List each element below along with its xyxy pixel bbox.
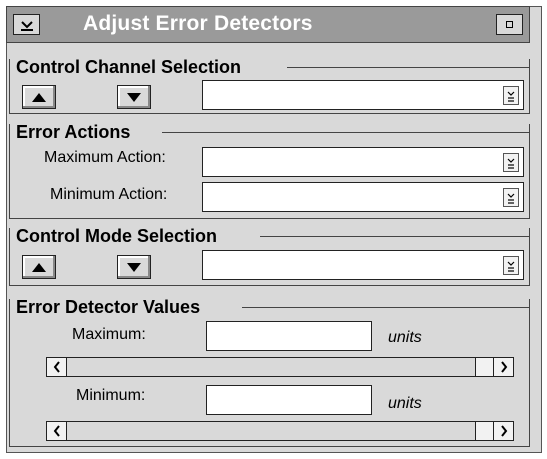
chevron-down-icon xyxy=(507,158,515,169)
chevron-down-icon xyxy=(507,193,515,204)
down-arrow-icon xyxy=(127,92,141,102)
minimize-button[interactable] xyxy=(496,14,523,35)
mode-up-button[interactable] xyxy=(22,255,56,279)
minimum-action-select[interactable] xyxy=(202,182,524,212)
down-arrow-icon xyxy=(127,262,141,272)
scroll-left-button[interactable] xyxy=(47,422,67,440)
chevron-down-icon xyxy=(20,20,33,31)
control-channel-title: Control Channel Selection xyxy=(16,57,246,77)
mode-dropdown-button[interactable] xyxy=(503,256,519,275)
scroll-right-button[interactable] xyxy=(493,358,513,376)
section-divider xyxy=(242,307,529,308)
control-channel-section: Control Channel Selection xyxy=(9,57,530,114)
minimum-unit: units xyxy=(388,395,422,412)
minimum-value-field[interactable] xyxy=(206,385,372,415)
minimize-icon xyxy=(506,21,513,28)
scroll-right-button[interactable] xyxy=(493,422,513,440)
minimum-label: Minimum: xyxy=(76,387,146,404)
error-actions-title: Error Actions xyxy=(16,122,135,142)
channel-dropdown-button[interactable] xyxy=(503,86,519,105)
up-arrow-icon xyxy=(32,262,46,272)
chevron-down-icon xyxy=(507,91,515,102)
channel-up-button[interactable] xyxy=(22,85,56,109)
chevron-down-icon xyxy=(507,261,515,272)
minimum-scrollbar[interactable] xyxy=(46,421,514,441)
channel-down-button[interactable] xyxy=(117,85,151,109)
title-bar: Adjust Error Detectors xyxy=(6,6,530,43)
maximum-action-label: Maximum Action: xyxy=(44,149,166,166)
maximum-action-select[interactable] xyxy=(202,147,524,177)
error-actions-section: Error Actions Maximum Action: Minimum Ac… xyxy=(9,122,530,219)
mode-down-button[interactable] xyxy=(117,255,151,279)
scroll-left-button[interactable] xyxy=(47,358,67,376)
right-arrow-icon xyxy=(500,425,507,437)
left-arrow-icon xyxy=(53,361,60,373)
section-divider xyxy=(287,67,529,68)
section-divider xyxy=(260,236,529,237)
minimum-action-label: Minimum Action: xyxy=(50,186,168,203)
minimum-action-dropdown-button[interactable] xyxy=(503,188,519,207)
error-detector-values-section: Error Detector Values Maximum: units Min… xyxy=(9,297,530,447)
error-detector-values-title: Error Detector Values xyxy=(16,297,205,317)
scroll-thumb[interactable] xyxy=(475,422,495,440)
right-arrow-icon xyxy=(500,361,507,373)
control-mode-title: Control Mode Selection xyxy=(16,226,222,246)
up-arrow-icon xyxy=(32,92,46,102)
window-title: Adjust Error Detectors xyxy=(83,12,313,35)
channel-select[interactable] xyxy=(202,80,524,110)
maximum-scrollbar[interactable] xyxy=(46,357,514,377)
section-divider xyxy=(162,132,529,133)
maximum-value-field[interactable] xyxy=(206,321,372,351)
maximum-label: Maximum: xyxy=(72,326,146,343)
mode-select[interactable] xyxy=(202,250,524,280)
maximum-unit: units xyxy=(388,329,422,346)
left-arrow-icon xyxy=(53,425,60,437)
control-mode-section: Control Mode Selection xyxy=(9,226,530,286)
window-menu-button[interactable] xyxy=(13,14,40,35)
maximum-action-dropdown-button[interactable] xyxy=(503,153,519,172)
scroll-thumb[interactable] xyxy=(475,358,495,376)
